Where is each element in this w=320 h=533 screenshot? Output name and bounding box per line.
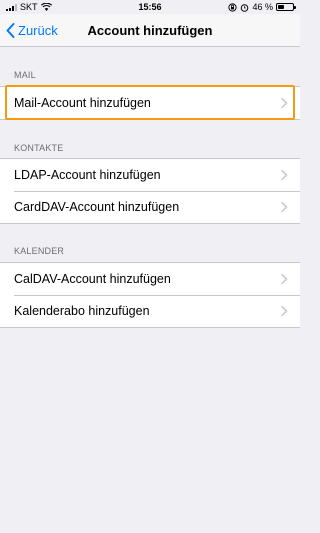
battery-percent: 46 %	[252, 2, 273, 12]
row-label: CardDAV-Account hinzufügen	[14, 200, 180, 214]
status-bar: SKT 15:56 46 %	[0, 0, 300, 14]
chevron-right-icon	[281, 305, 288, 317]
chevron-right-icon	[281, 273, 288, 285]
row-label: LDAP-Account hinzufügen	[14, 168, 161, 182]
alarm-icon	[241, 3, 249, 12]
group-mail: Mail-Account hinzufügen	[0, 86, 300, 120]
row-calendar-subscription[interactable]: Kalenderabo hinzufügen	[0, 295, 300, 327]
navigation-bar: Zurück Account hinzufügen	[0, 14, 300, 47]
back-label: Zurück	[18, 23, 58, 38]
row-ldap-account[interactable]: LDAP-Account hinzufügen	[0, 159, 300, 191]
row-carddav-account[interactable]: CardDAV-Account hinzufügen	[0, 191, 300, 223]
status-right: 46 %	[228, 2, 296, 12]
row-mail-account[interactable]: Mail-Account hinzufügen	[0, 87, 300, 119]
orientation-lock-icon	[228, 2, 238, 12]
battery-level	[278, 5, 285, 9]
chevron-right-icon	[281, 169, 288, 181]
wifi-icon	[40, 3, 52, 11]
section-header-contacts: KONTAKTE	[14, 143, 64, 153]
row-label: CalDAV-Account hinzufügen	[14, 272, 171, 286]
row-label: Mail-Account hinzufügen	[14, 96, 151, 110]
section-header-calendar: KALENDER	[14, 246, 65, 256]
chevron-right-icon	[281, 97, 288, 109]
group-contacts: LDAP-Account hinzufügen CardDAV-Account …	[0, 158, 300, 224]
back-button[interactable]: Zurück	[6, 14, 58, 47]
section-header-mail: MAIL	[14, 70, 36, 80]
status-left: SKT	[6, 2, 228, 12]
row-label: Kalenderabo hinzufügen	[14, 304, 150, 318]
row-caldav-account[interactable]: CalDAV-Account hinzufügen	[0, 263, 300, 295]
chevron-right-icon	[281, 201, 288, 213]
chevron-left-icon	[6, 23, 15, 38]
battery-icon	[276, 3, 296, 11]
signal-icon	[6, 3, 17, 11]
carrier-label: SKT	[20, 2, 38, 12]
group-calendar: CalDAV-Account hinzufügen Kalenderabo hi…	[0, 262, 300, 328]
